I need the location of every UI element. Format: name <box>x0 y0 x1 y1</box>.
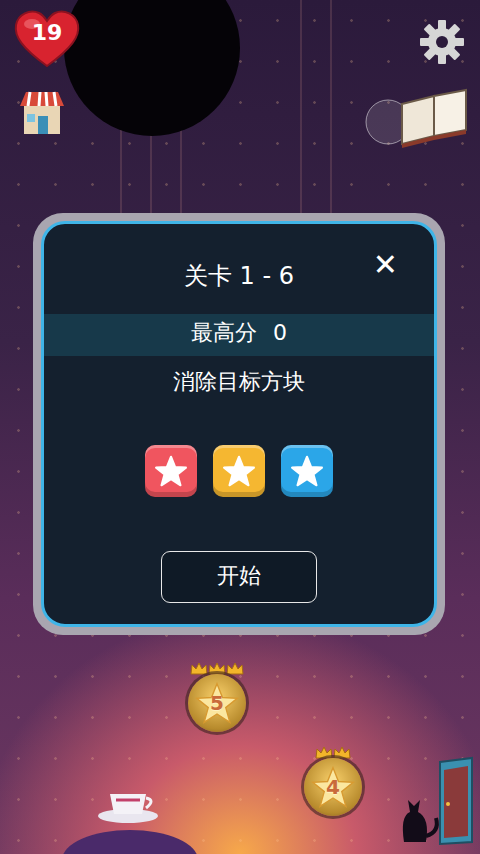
level-number: 5 <box>210 693 224 713</box>
gear-icon[interactable] <box>418 18 466 66</box>
crown-icon <box>315 740 333 758</box>
goal-text: 消除目标方块 <box>44 356 434 397</box>
lives-count: 19 <box>12 20 82 46</box>
crown-icon <box>333 740 351 758</box>
star-icon <box>222 454 256 488</box>
book-icon[interactable] <box>362 82 472 148</box>
star-icon <box>154 454 188 488</box>
target-block <box>213 445 265 497</box>
level-node[interactable]: 5 <box>186 656 248 732</box>
best-score-value: 0 <box>273 320 287 350</box>
level-number: 4 <box>326 777 340 797</box>
cat-door-icon[interactable] <box>396 756 476 846</box>
crown-icon <box>208 656 226 674</box>
level-dialog: ✕关卡 1 - 6最高分0消除目标方块开始 <box>33 213 445 635</box>
level-crowns <box>315 740 351 758</box>
crown-icon <box>190 656 208 674</box>
shop-icon[interactable] <box>18 86 66 138</box>
dialog-panel: ✕关卡 1 - 6最高分0消除目标方块开始 <box>41 221 437 627</box>
level-coin[interactable]: 4 <box>304 758 362 816</box>
best-score-row: 最高分 0 <box>44 314 434 356</box>
close-button[interactable]: ✕ <box>369 246 402 284</box>
teacup-icon <box>96 786 160 826</box>
target-block <box>281 445 333 497</box>
level-node[interactable]: 4 <box>302 740 364 816</box>
start-button[interactable]: 开始 <box>161 551 317 603</box>
target-block <box>145 445 197 497</box>
level-crowns <box>190 656 244 674</box>
purple-dome <box>60 820 200 854</box>
level-coin[interactable]: 5 <box>188 674 246 732</box>
game-screen: 1954✕关卡 1 - 6最高分0消除目标方块开始 <box>0 0 480 854</box>
crown-icon <box>226 656 244 674</box>
star-icon <box>290 454 324 488</box>
lives-badge[interactable]: 19 <box>12 8 82 70</box>
best-score-label: 最高分 <box>191 320 257 350</box>
target-blocks <box>44 445 434 497</box>
